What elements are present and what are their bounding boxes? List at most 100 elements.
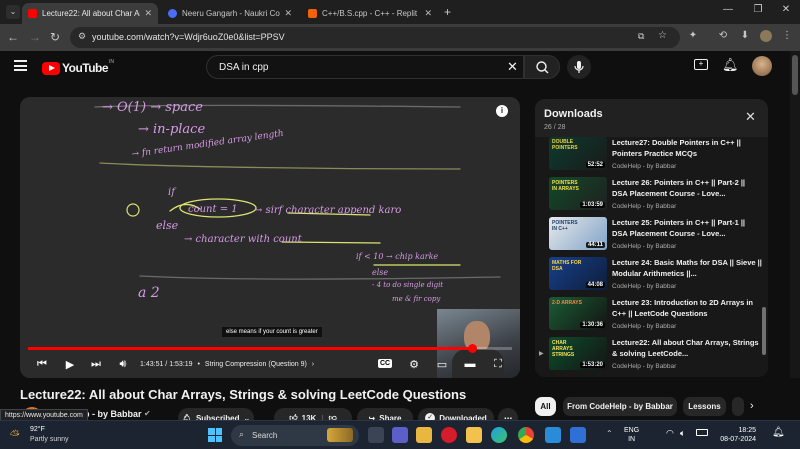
reload-icon[interactable]: ↻ <box>48 30 62 44</box>
downloads-toolbar-icon[interactable]: ⬇ <box>738 30 752 41</box>
tab-search-icon[interactable]: ⌄ <box>6 5 20 19</box>
browser-toolbar: ← → ↻ ⚙ youtube.com/watch?v=Wdjr6uoZ0e0&… <box>0 24 800 51</box>
duration-badge: 44:11 <box>585 242 605 248</box>
list-item[interactable]: 2-D ARRAYS 1:30:36 Lecture 23: Introduct… <box>535 297 761 337</box>
youtube-logo[interactable]: YouTube IN <box>42 59 115 75</box>
download-title: Lecture 24: Basic Maths for DSA || Sieve… <box>612 258 762 278</box>
browser-tab-youtube[interactable]: Lecture22: All about Char Array ✕ <box>22 3 158 24</box>
close-tab-icon[interactable]: ✕ <box>424 8 432 19</box>
task-view-icon[interactable] <box>368 427 384 443</box>
notification-icon[interactable]: 🔔︎ <box>772 427 785 438</box>
battery-icon[interactable] <box>696 429 708 436</box>
note-line: else <box>156 219 179 232</box>
chapter-title[interactable]: String Compression (Question 9) <box>205 361 307 368</box>
chapter-chevron-icon[interactable]: › <box>312 361 314 368</box>
photos-icon[interactable] <box>545 427 561 443</box>
note-line: else <box>372 268 388 277</box>
video-thumbnail: DOUBLE POINTERS 52:52 <box>549 137 607 170</box>
info-icon[interactable]: i <box>496 105 508 117</box>
url-text[interactable]: youtube.com/watch?v=Wdjr6uoZ0e0&list=PPS… <box>92 32 285 42</box>
channel-name[interactable]: p - by Babbar <box>84 409 142 419</box>
browser-menu-icon[interactable]: ⋮ <box>780 30 794 41</box>
video-thumbnail: 2-D ARRAYS 1:30:36 <box>549 297 607 330</box>
minimize-icon[interactable]: — <box>718 4 738 15</box>
bookmark-star-icon[interactable]: ☆ <box>658 30 667 41</box>
create-video-icon[interactable]: + <box>694 59 708 70</box>
wifi-icon[interactable]: ◠ <box>666 428 674 439</box>
file-explorer-icon[interactable] <box>416 427 432 443</box>
extensions-icon[interactable]: ✦ <box>686 30 700 41</box>
play-icon[interactable]: ▶ <box>62 358 78 371</box>
clock[interactable]: 18:25 08-07-2024 <box>712 426 756 444</box>
list-item[interactable]: POINTERS IN C++ 44:11 Lecture 25: Pointe… <box>535 217 761 257</box>
browser-tab-naukri[interactable]: Neeru Gangarh - Naukri Code ✕ <box>162 3 298 24</box>
weather-widget[interactable]: ⛅︎ 92°F Partly sunny <box>8 425 88 447</box>
sync-icon[interactable]: ⟲ <box>716 30 730 41</box>
close-icon[interactable]: ✕ <box>745 109 756 125</box>
browser-tab-replit[interactable]: C++/B.S.cpp - C++ - Replit ✕ <box>302 3 438 24</box>
fullscreen-icon[interactable]: ⛶ <box>490 358 506 371</box>
install-app-icon[interactable]: ⧉ <box>638 31 644 42</box>
chip-from-channel[interactable]: From CodeHelp - by Babbar <box>563 397 677 416</box>
restore-icon[interactable]: ❐ <box>748 4 768 15</box>
new-tab-icon[interactable]: + <box>444 5 451 19</box>
list-item[interactable]: MATHS FOR DSA 44:08 Lecture 24: Basic Ma… <box>535 257 762 297</box>
progress-scrubber[interactable] <box>467 344 477 353</box>
chip-lessons[interactable]: Lessons <box>683 397 726 416</box>
settings-gear-icon[interactable]: ⚙ <box>406 358 422 371</box>
search-icon <box>536 61 549 74</box>
note-line: → character with count <box>184 234 303 245</box>
search-icon: ⌕ <box>239 429 245 439</box>
tray-overflow-icon[interactable]: ⌃ <box>606 429 613 438</box>
previous-icon[interactable]: ⏮ <box>34 358 50 371</box>
notifications-bell-icon[interactable]: 🔔︎ <box>722 57 739 73</box>
close-tab-icon[interactable]: ✕ <box>144 8 152 19</box>
list-item[interactable]: POINTERS IN ARRAYS 1:03:59 Lecture 26: P… <box>535 177 761 217</box>
back-icon[interactable]: ← <box>6 30 20 44</box>
next-icon[interactable]: ⏭ <box>88 358 104 371</box>
start-windows-icon[interactable] <box>208 428 222 442</box>
taskbar-search[interactable]: ⌕ Search <box>231 425 359 446</box>
teams-icon[interactable] <box>392 427 408 443</box>
theater-mode-icon[interactable]: ▬ <box>462 358 478 370</box>
youtube-masthead: YouTube IN DSA in cpp ✕ + 🔔︎ <box>0 51 790 85</box>
video-player[interactable]: → O(1) → space → in-place → fn return mo… <box>20 97 520 378</box>
chips-next-icon[interactable]: › <box>750 400 754 412</box>
clear-search-icon[interactable]: ✕ <box>507 59 518 75</box>
search-query[interactable]: DSA in cpp <box>219 62 268 73</box>
language-indicator[interactable]: ENG IN <box>624 426 639 444</box>
downloads-scrollbar[interactable] <box>762 307 766 355</box>
speaker-icon[interactable]: 🔈︎ <box>680 428 685 439</box>
hamburger-menu-icon[interactable] <box>14 60 27 71</box>
search-input[interactable]: DSA in cpp ✕ <box>206 55 524 79</box>
edge-icon[interactable] <box>491 427 507 443</box>
youtube-wordmark: YouTube <box>62 61 109 75</box>
list-item-playing[interactable]: ▶ CHAR ARRAYS STRINGS 1:53:20 Lecture22:… <box>535 337 761 377</box>
store-icon[interactable] <box>570 427 586 443</box>
account-avatar[interactable] <box>752 56 772 76</box>
chrome-icon[interactable] <box>518 427 534 443</box>
volume-icon[interactable]: 🔊︎ <box>115 358 131 371</box>
search-button[interactable] <box>524 55 560 79</box>
list-item[interactable]: DOUBLE POINTERS 52:52 Lecture27: Double … <box>535 137 761 177</box>
page-scrollbar[interactable] <box>790 51 800 378</box>
progress-bar[interactable] <box>28 344 512 353</box>
time-text: 1:43:51 / 1:53:19 <box>140 361 193 368</box>
country-badge: IN <box>109 59 115 65</box>
note-line: → O(1) → space <box>102 100 203 115</box>
folder-icon[interactable] <box>466 427 482 443</box>
voice-search-button[interactable] <box>567 55 591 79</box>
note-line: - 4 to do single digit <box>372 281 443 289</box>
download-channel: CodeHelp - by Babbar <box>612 363 677 370</box>
close-tab-icon[interactable]: ✕ <box>284 8 292 19</box>
address-bar[interactable]: ⚙ youtube.com/watch?v=Wdjr6uoZ0e0&list=P… <box>70 27 680 48</box>
chip-all[interactable]: All <box>535 397 556 416</box>
forward-icon[interactable]: → <box>28 30 42 44</box>
profile-avatar[interactable] <box>760 30 772 42</box>
site-info-icon[interactable]: ⚙ <box>78 31 86 42</box>
duration-badge: 1:03:59 <box>580 202 605 208</box>
opera-icon[interactable] <box>441 427 457 443</box>
captions-button[interactable]: CC <box>378 359 393 368</box>
close-window-icon[interactable]: ✕ <box>776 4 796 15</box>
miniplayer-icon[interactable]: ▭ <box>434 358 450 371</box>
